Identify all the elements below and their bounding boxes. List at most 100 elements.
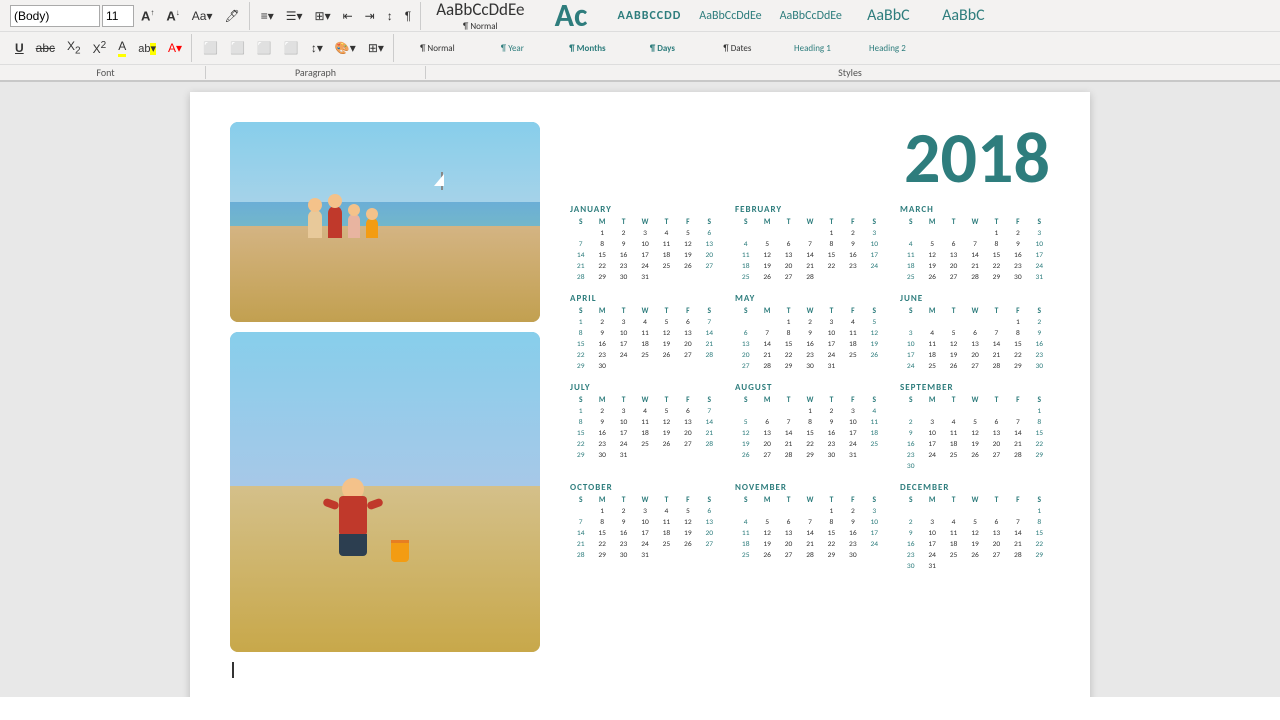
cal-header-cell: S bbox=[900, 306, 921, 317]
style-aabbccdde2-preview[interactable]: AaBbCcDdEe bbox=[690, 0, 770, 44]
align-center-btn[interactable]: ⬜ bbox=[225, 39, 250, 57]
child-photo bbox=[230, 332, 540, 652]
cal-date-cell: 21 bbox=[964, 261, 985, 272]
cal-date-cell: 17 bbox=[634, 250, 655, 261]
cal-date-cell: 12 bbox=[677, 239, 698, 250]
sort-btn[interactable]: ↕ bbox=[382, 7, 398, 25]
cal-date-cell bbox=[778, 228, 799, 239]
cal-date-cell: 8 bbox=[591, 239, 612, 250]
cal-date-cell: 6 bbox=[677, 406, 698, 417]
cal-date-cell: 26 bbox=[677, 539, 698, 550]
cal-date-cell: 9 bbox=[821, 417, 842, 428]
style-normal-preview[interactable]: AaBbCcDdEe ¶ Normal bbox=[427, 0, 533, 44]
cal-header-cell: S bbox=[1029, 395, 1050, 406]
cal-date-cell: 12 bbox=[656, 328, 677, 339]
cal-date-cell: 21 bbox=[570, 539, 591, 550]
numbering-btn[interactable]: ☰▾ bbox=[281, 7, 308, 25]
bullets-btn[interactable]: ≡▾ bbox=[256, 7, 279, 25]
cal-date-cell: 9 bbox=[799, 328, 820, 339]
text-cursor bbox=[232, 662, 234, 678]
align-justify-btn[interactable]: ⬜ bbox=[279, 39, 304, 57]
cal-date-cell: 14 bbox=[799, 250, 820, 261]
cal-week-row: 15161718192021 bbox=[570, 339, 720, 350]
cal-date-cell bbox=[699, 550, 720, 561]
cal-header-cell: T bbox=[821, 306, 842, 317]
font-name-input[interactable] bbox=[10, 5, 100, 27]
cal-date-cell: 30 bbox=[613, 550, 634, 561]
cal-date-cell bbox=[778, 506, 799, 517]
cal-date-cell: 1 bbox=[986, 228, 1007, 239]
cal-date-cell: 26 bbox=[756, 272, 777, 283]
style-aabb2-preview[interactable]: AaBbC bbox=[926, 0, 1001, 44]
cal-date-cell bbox=[943, 506, 964, 517]
align-left-btn[interactable]: ⬜ bbox=[198, 39, 223, 57]
cal-week-row: 45678910 bbox=[900, 239, 1050, 250]
borders-btn[interactable]: ⊞▾ bbox=[363, 39, 389, 57]
cal-date-cell bbox=[656, 450, 677, 461]
superscript-btn[interactable]: X2 bbox=[88, 38, 112, 58]
style-normal-label-bottom: ¶ Normal bbox=[400, 43, 475, 54]
style-big-preview[interactable]: Ac bbox=[533, 0, 608, 44]
cal-date-cell: 27 bbox=[986, 450, 1007, 461]
cal-date-cell: 24 bbox=[634, 539, 655, 550]
cal-date-cell: 3 bbox=[900, 328, 921, 339]
font-size-input[interactable] bbox=[102, 5, 134, 27]
cal-date-cell bbox=[570, 506, 591, 517]
cal-date-cell bbox=[864, 361, 885, 372]
style-aabbc-preview[interactable]: AaBbC bbox=[851, 0, 926, 44]
font-color-btn[interactable]: A bbox=[113, 37, 131, 59]
multilevel-btn[interactable]: ⊞▾ bbox=[310, 7, 336, 25]
cal-date-cell: 28 bbox=[964, 272, 985, 283]
highlight-btn[interactable]: ab▾ bbox=[133, 40, 161, 57]
page-area[interactable]: 2018 JANUARYSMTWTFS123456789101112131415… bbox=[0, 82, 1280, 697]
clear-format-btn[interactable]: 🖊 bbox=[219, 7, 244, 25]
cal-date-cell: 26 bbox=[943, 361, 964, 372]
cal-date-cell: 19 bbox=[756, 261, 777, 272]
cal-date-cell: 19 bbox=[921, 261, 942, 272]
cal-date-cell: 6 bbox=[986, 517, 1007, 528]
cal-date-cell: 15 bbox=[591, 250, 612, 261]
cal-week-row: 6789101112 bbox=[735, 328, 885, 339]
line-spacing-btn[interactable]: ↕▾ bbox=[306, 39, 328, 57]
cal-date-cell: 31 bbox=[1029, 272, 1050, 283]
cal-date-cell: 20 bbox=[677, 339, 698, 350]
cal-header-cell: M bbox=[591, 495, 612, 506]
cal-date-cell: 23 bbox=[900, 450, 921, 461]
cal-date-cell: 13 bbox=[986, 528, 1007, 539]
cal-date-cell: 17 bbox=[842, 428, 863, 439]
increase-indent-btn[interactable]: ⇥ bbox=[360, 7, 380, 25]
cal-date-cell: 2 bbox=[900, 517, 921, 528]
cal-date-cell: 23 bbox=[842, 261, 863, 272]
text-color-btn[interactable]: A▾ bbox=[163, 39, 187, 57]
style-aabbccdd-preview[interactable]: AABBCCDD bbox=[608, 0, 690, 44]
cal-date-cell bbox=[900, 406, 921, 417]
cal-date-cell: 22 bbox=[799, 439, 820, 450]
cal-date-cell: 28 bbox=[756, 361, 777, 372]
cal-header-cell: S bbox=[570, 306, 591, 317]
cal-date-cell: 16 bbox=[1029, 339, 1050, 350]
style-aabbccdde3-preview[interactable]: AaBbCcDdEe bbox=[771, 0, 851, 44]
decrease-indent-btn[interactable]: ⇤ bbox=[338, 7, 358, 25]
cal-date-cell: 3 bbox=[634, 506, 655, 517]
align-right-btn[interactable]: ⬜ bbox=[252, 39, 277, 57]
subscript-btn[interactable]: X2 bbox=[62, 37, 86, 58]
cal-date-cell: 15 bbox=[821, 250, 842, 261]
cal-date-cell: 13 bbox=[735, 339, 756, 350]
shading-btn[interactable]: 🎨▾ bbox=[330, 39, 361, 57]
strikethrough-btn[interactable]: abc bbox=[31, 39, 60, 57]
cal-date-cell: 7 bbox=[799, 239, 820, 250]
font-shrink-btn[interactable]: A↓ bbox=[161, 6, 184, 25]
cal-header-cell: S bbox=[570, 495, 591, 506]
bold-btn[interactable]: U bbox=[10, 39, 29, 57]
cal-date-cell: 25 bbox=[900, 272, 921, 283]
style-h1-label-bottom: Heading 1 bbox=[775, 43, 850, 54]
cal-date-cell: 5 bbox=[964, 417, 985, 428]
cal-week-row: 25262728293031 bbox=[900, 272, 1050, 283]
font-grow-btn[interactable]: A↑ bbox=[136, 6, 159, 25]
show-marks-btn[interactable]: ¶ bbox=[400, 7, 416, 25]
change-case-btn[interactable]: Aa▾ bbox=[187, 7, 218, 25]
cal-date-cell: 19 bbox=[677, 250, 698, 261]
main-content: 2018 JANUARYSMTWTFS123456789101112131415… bbox=[0, 82, 1280, 697]
cal-week-row: 1 bbox=[900, 406, 1050, 417]
month-name-may: MAY bbox=[735, 293, 885, 304]
